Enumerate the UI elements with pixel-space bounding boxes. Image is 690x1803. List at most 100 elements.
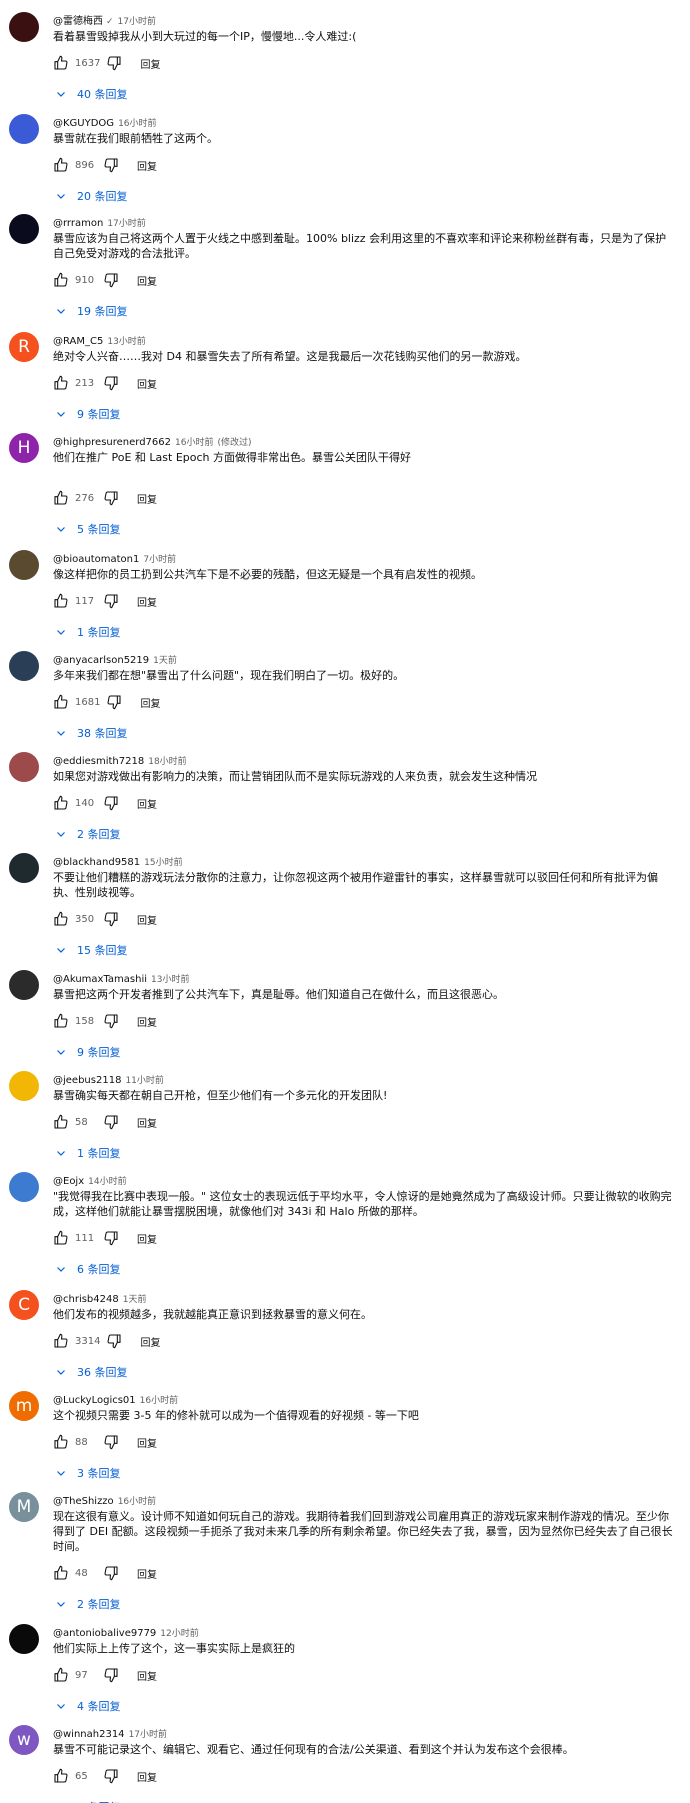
reply-button[interactable]: 回复 — [140, 695, 160, 710]
avatar[interactable] — [9, 12, 39, 42]
comment-timestamp[interactable]: 17小时前 — [118, 17, 156, 27]
like-icon[interactable] — [53, 490, 69, 506]
reply-button[interactable]: 回复 — [137, 273, 157, 288]
comment-timestamp[interactable]: 17小时前 — [107, 219, 145, 229]
like-icon[interactable] — [53, 1667, 69, 1683]
avatar[interactable] — [9, 752, 39, 782]
avatar[interactable]: R — [9, 332, 39, 362]
reply-button[interactable]: 回复 — [137, 376, 157, 391]
like-icon[interactable] — [53, 272, 69, 288]
dislike-icon[interactable] — [106, 1333, 122, 1349]
dislike-icon[interactable] — [106, 694, 122, 710]
show-replies-button[interactable]: 36 条回复 — [55, 1364, 128, 1380]
show-replies-button[interactable]: 9 条回复 — [55, 1044, 121, 1060]
show-replies-button[interactable]: 3 条回复 — [55, 1465, 121, 1481]
dislike-icon[interactable] — [106, 55, 122, 71]
like-icon[interactable] — [53, 1333, 69, 1349]
avatar[interactable] — [9, 853, 39, 883]
like-icon[interactable] — [53, 795, 69, 811]
comment-author[interactable]: @anyacarlson5219 — [53, 655, 149, 666]
dislike-icon[interactable] — [103, 1565, 119, 1581]
comment-author[interactable]: @antoniobalive9779 — [53, 1628, 156, 1639]
like-icon[interactable] — [53, 1565, 69, 1581]
reply-button[interactable]: 回复 — [140, 56, 160, 71]
reply-button[interactable]: 回复 — [137, 1014, 157, 1029]
avatar[interactable] — [9, 214, 39, 244]
comment-timestamp[interactable]: 14小时前 — [88, 1177, 126, 1187]
reply-button[interactable]: 回复 — [137, 1231, 157, 1246]
comment-timestamp[interactable]: 17小时前 — [129, 1730, 167, 1740]
like-icon[interactable] — [53, 593, 69, 609]
avatar[interactable] — [9, 550, 39, 580]
avatar[interactable] — [9, 970, 39, 1000]
like-icon[interactable] — [53, 375, 69, 391]
show-replies-button[interactable]: 1 条回复 — [55, 624, 121, 640]
reply-button[interactable]: 回复 — [137, 1668, 157, 1683]
comment-timestamp[interactable]: 16小时前 — [140, 1396, 178, 1406]
dislike-icon[interactable] — [103, 1114, 119, 1130]
avatar[interactable]: w — [9, 1725, 39, 1755]
show-replies-button[interactable]: 3 条回复 — [55, 1799, 121, 1803]
reply-button[interactable]: 回复 — [137, 1435, 157, 1450]
comment-timestamp[interactable]: 1天前 — [123, 1295, 147, 1305]
comment-timestamp[interactable]: 7小时前 — [143, 555, 176, 565]
comment-timestamp[interactable]: 13小时前 — [151, 975, 189, 985]
comment-timestamp[interactable]: 13小时前 — [107, 337, 145, 347]
avatar[interactable]: H — [9, 433, 39, 463]
like-icon[interactable] — [53, 1013, 69, 1029]
comment-timestamp[interactable]: 12小时前 — [160, 1629, 198, 1639]
comment-timestamp[interactable]: 11小时前 — [125, 1076, 163, 1086]
reply-button[interactable]: 回复 — [137, 491, 157, 506]
comment-author[interactable]: @chrisb4248 — [53, 1294, 119, 1305]
show-replies-button[interactable]: 2 条回复 — [55, 826, 121, 842]
reply-button[interactable]: 回复 — [137, 796, 157, 811]
comment-author[interactable]: @RAM_C5 — [53, 336, 103, 347]
comment-author[interactable]: @eddiesmith7218 — [53, 756, 144, 767]
dislike-icon[interactable] — [103, 795, 119, 811]
comment-author[interactable]: @bioautomaton1 — [53, 554, 139, 565]
show-replies-button[interactable]: 1 条回复 — [55, 1145, 121, 1161]
dislike-icon[interactable] — [103, 375, 119, 391]
like-icon[interactable] — [53, 1434, 69, 1450]
comment-author[interactable]: @winnah2314 — [53, 1729, 125, 1740]
dislike-icon[interactable] — [103, 1434, 119, 1450]
show-replies-button[interactable]: 40 条回复 — [55, 86, 128, 102]
avatar[interactable] — [9, 114, 39, 144]
dislike-icon[interactable] — [103, 911, 119, 927]
reply-button[interactable]: 回复 — [137, 1566, 157, 1581]
avatar[interactable]: C — [9, 1290, 39, 1320]
comment-author[interactable]: @雷德梅西 — [53, 16, 103, 27]
comment-timestamp[interactable]: 1天前 — [153, 656, 177, 666]
avatar[interactable] — [9, 1624, 39, 1654]
comment-author[interactable]: @LuckyLogics01 — [53, 1395, 136, 1406]
avatar[interactable]: M — [9, 1492, 39, 1522]
comment-author[interactable]: @TheShizzo — [53, 1496, 114, 1507]
show-replies-button[interactable]: 19 条回复 — [55, 303, 128, 319]
comment-timestamp[interactable]: 16小时前 — [118, 119, 156, 129]
dislike-icon[interactable] — [103, 1230, 119, 1246]
show-replies-button[interactable]: 6 条回复 — [55, 1261, 121, 1277]
dislike-icon[interactable] — [103, 1013, 119, 1029]
like-icon[interactable] — [53, 1114, 69, 1130]
avatar[interactable] — [9, 1172, 39, 1202]
comment-author[interactable]: @jeebus2118 — [53, 1075, 121, 1086]
comment-author[interactable]: @rrramon — [53, 218, 103, 229]
avatar[interactable] — [9, 1071, 39, 1101]
comment-timestamp[interactable]: 16小时前 — [118, 1497, 156, 1507]
reply-button[interactable]: 回复 — [137, 1115, 157, 1130]
comment-author[interactable]: @Eojx — [53, 1176, 84, 1187]
show-replies-button[interactable]: 38 条回复 — [55, 725, 128, 741]
dislike-icon[interactable] — [103, 272, 119, 288]
dislike-icon[interactable] — [103, 593, 119, 609]
like-icon[interactable] — [53, 157, 69, 173]
show-replies-button[interactable]: 9 条回复 — [55, 406, 121, 422]
dislike-icon[interactable] — [103, 490, 119, 506]
comment-author[interactable]: @highpresurenerd7662 — [53, 437, 171, 448]
reply-button[interactable]: 回复 — [137, 594, 157, 609]
show-replies-button[interactable]: 2 条回复 — [55, 1596, 121, 1612]
like-icon[interactable] — [53, 55, 69, 71]
show-replies-button[interactable]: 5 条回复 — [55, 521, 121, 537]
reply-button[interactable]: 回复 — [137, 1769, 157, 1784]
comment-timestamp[interactable]: 15小时前 — [144, 858, 182, 868]
dislike-icon[interactable] — [103, 1768, 119, 1784]
